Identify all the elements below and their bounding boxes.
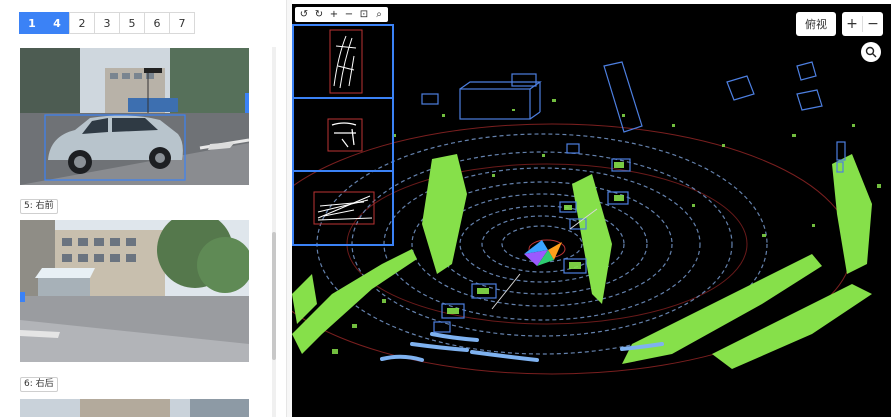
pager-item-7[interactable]: 7 [169,12,195,34]
scrollbar-thumb[interactable] [272,232,276,360]
projection-thumb-top[interactable] [294,26,392,99]
rotate-right-icon[interactable]: ↻ [312,8,326,21]
annotation-app: 1 4 2 3 5 6 7 5: 右前 6: 右后 ↺ ↻ + − ⊡ ⌕ 俯视… [0,0,891,417]
search-icon [865,46,877,58]
magnifier-icon[interactable]: ⌕ [372,8,386,21]
rotate-left-icon[interactable]: ↺ [297,8,311,21]
top-view-button[interactable]: 俯视 [796,12,836,36]
toolbar-zoom-out-icon[interactable]: − [342,8,356,21]
pager-item-4[interactable]: 4 [44,12,70,34]
camera-image-partial[interactable] [20,399,249,417]
zoom-in-button[interactable]: + [842,12,862,36]
fit-view-icon[interactable]: ⊡ [357,8,371,21]
zoom-out-button[interactable]: − [863,12,883,36]
view-controls: 俯视 + − [796,12,883,36]
ego-vehicle-icon [524,240,562,266]
projection-thumb-front[interactable] [294,172,392,245]
camera-label-front-right: 5: 右前 [20,199,58,214]
pager-item-5[interactable]: 5 [119,12,145,34]
pointcloud-viewer[interactable]: ↺ ↻ + − ⊡ ⌕ 俯视 + − [292,4,891,417]
projection-thumb-side[interactable] [294,99,392,172]
viewer-toolbar: ↺ ↻ + − ⊡ ⌕ [295,7,388,22]
pager-item-2[interactable]: 2 [69,12,95,34]
search-button[interactable] [861,42,881,62]
toolbar-zoom-in-icon[interactable]: + [327,8,341,21]
camera-panel-scrollbar[interactable] [272,47,276,417]
camera-label-right-rear: 6: 右后 [20,377,58,392]
camera-panel: 1 4 2 3 5 6 7 5: 右前 6: 右后 [0,0,286,417]
camera-image-front[interactable] [20,48,249,185]
camera-image-rear[interactable] [20,220,249,362]
pager-item-6[interactable]: 6 [144,12,170,34]
pager-item-3[interactable]: 3 [94,12,120,34]
pager-item-1[interactable]: 1 [19,12,45,34]
projection-thumbnails [292,24,394,246]
zoom-group: + − [842,12,883,36]
camera-pager: 1 4 2 3 5 6 7 [19,12,195,34]
